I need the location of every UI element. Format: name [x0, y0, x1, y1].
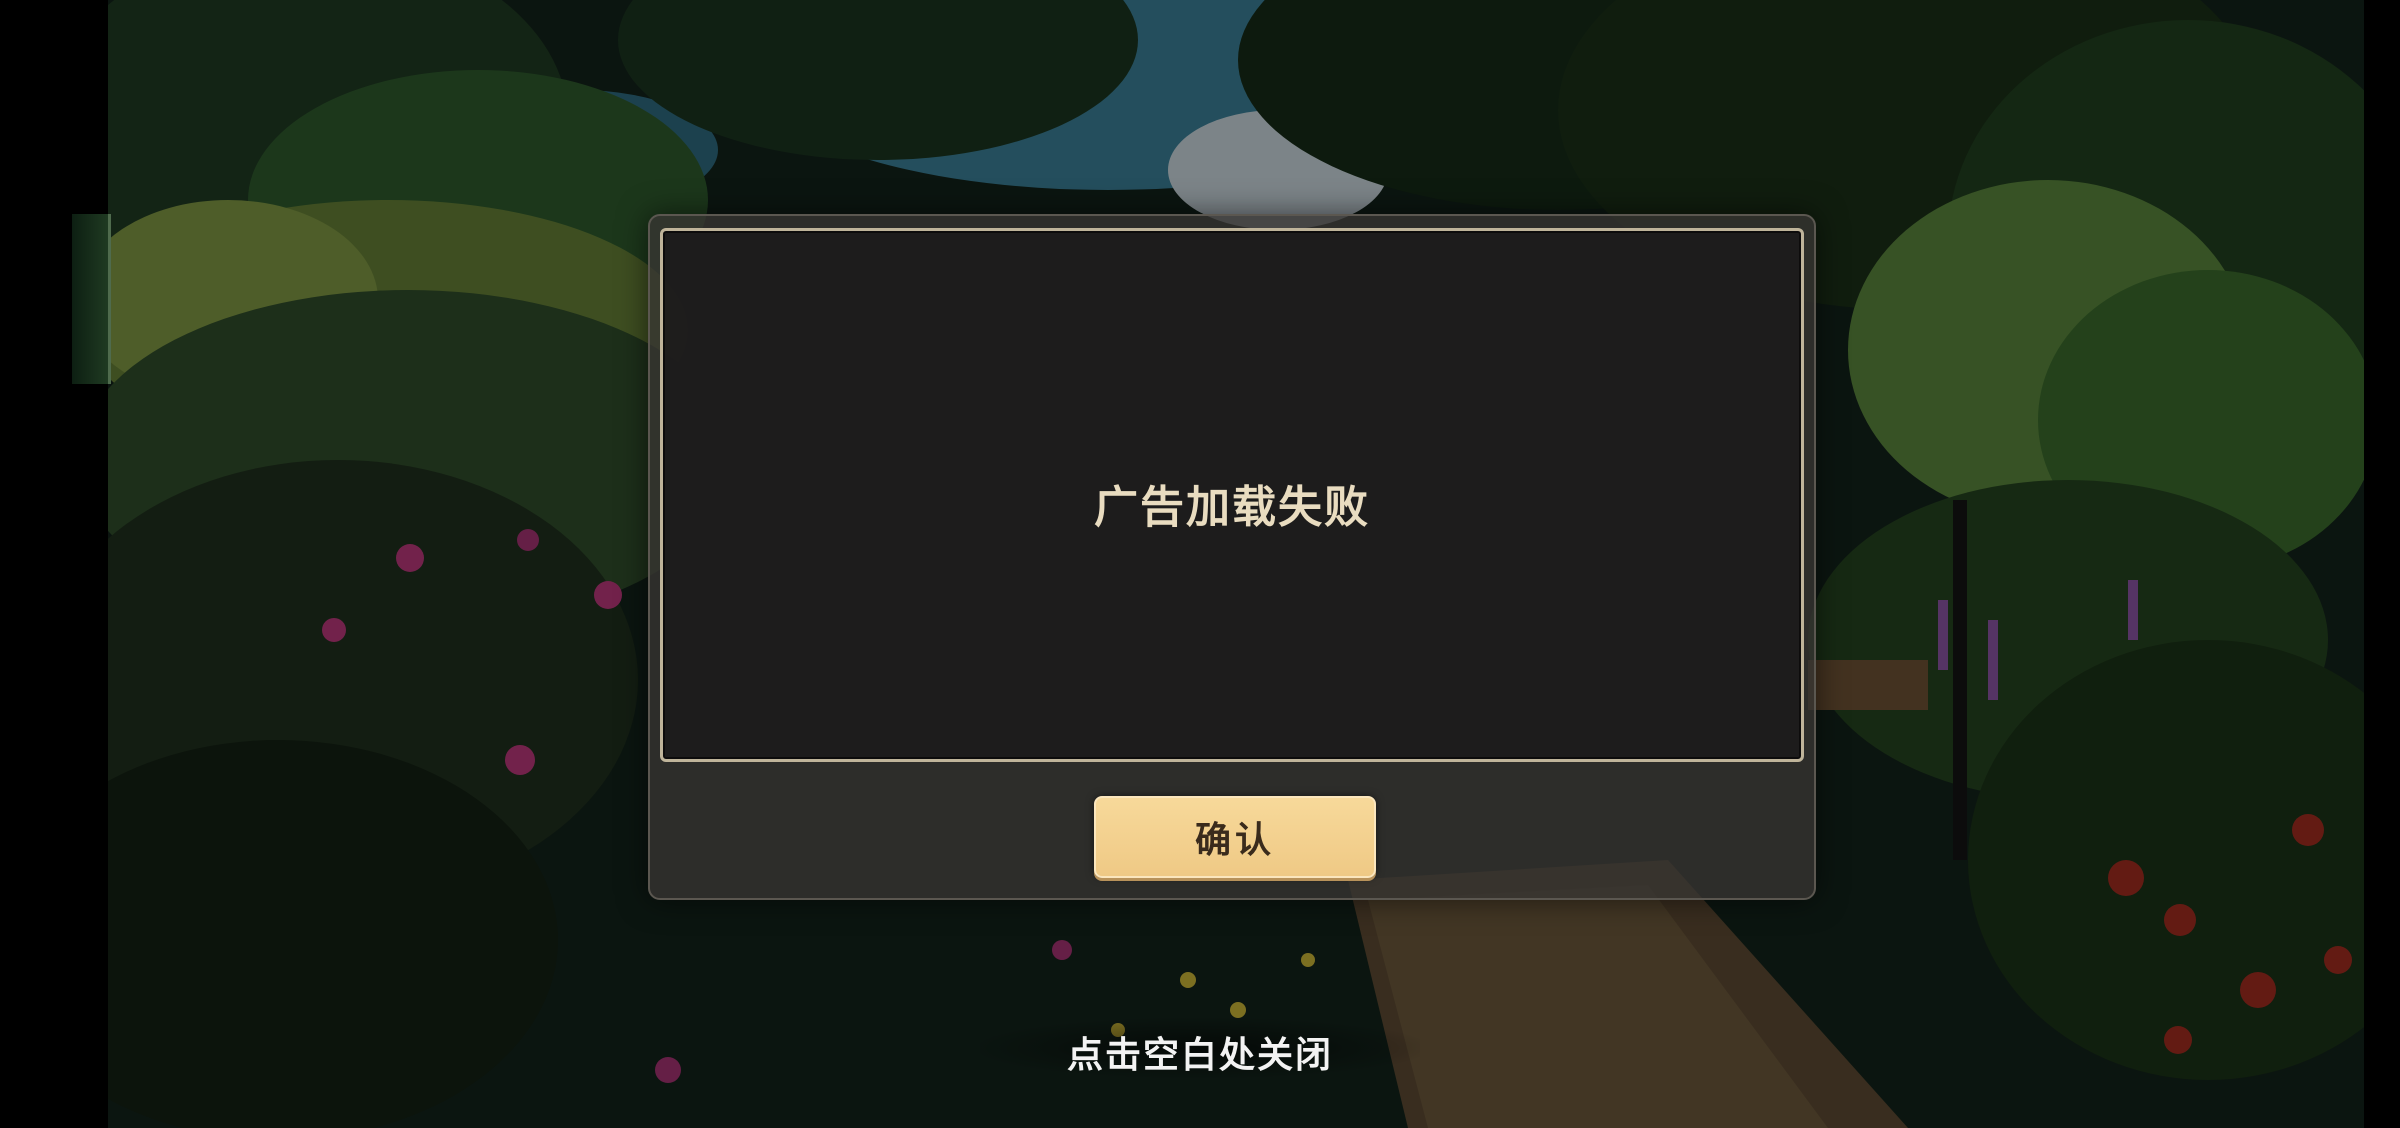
game-screen[interactable]: 广告加载失败 确认 点击空白处关闭 — [0, 0, 2400, 1128]
dialog-message: 广告加载失败 — [1094, 482, 1370, 533]
dialog-message-panel: 广告加载失败 — [660, 228, 1804, 762]
confirm-button[interactable]: 确认 — [1094, 796, 1376, 878]
tap-blank-to-close-hint: 点击空白处关闭 — [1066, 1035, 1333, 1076]
ad-load-failed-dialog: 广告加载失败 确认 — [648, 214, 1816, 900]
confirm-button-label: 确认 — [1194, 820, 1275, 861]
side-edge-tab[interactable] — [72, 214, 111, 384]
